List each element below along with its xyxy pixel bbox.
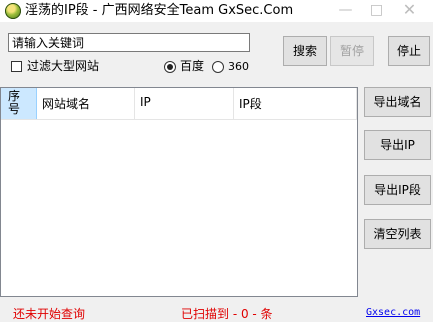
search-button[interactable]: 搜索: [283, 36, 327, 66]
title-bar: 淫荡的IP段 - 广西网络安全Team GxSec.Com — □ ✕: [0, 0, 433, 22]
list-header: 序号 网站域名 IP IP段: [1, 88, 357, 120]
minimize-icon[interactable]: —: [330, 0, 361, 22]
scan-count-status: 已扫描到 - 0 - 条: [181, 307, 273, 321]
column-index-label: 序号: [8, 89, 21, 116]
column-ip-label: IP: [140, 95, 151, 109]
column-header-domain[interactable]: 网站域名: [37, 88, 135, 119]
app-icon: [5, 3, 21, 19]
keyword-input[interactable]: [8, 33, 250, 52]
column-header-ip-segment[interactable]: IP段: [234, 88, 357, 119]
close-icon[interactable]: ✕: [394, 0, 425, 22]
engine-baidu-label: 百度: [180, 59, 205, 73]
column-domain-label: 网站域名: [42, 97, 91, 111]
window-title: 淫荡的IP段 - 广西网络安全Team GxSec.Com: [25, 3, 294, 18]
engine-360-label: 360: [228, 60, 249, 73]
export-domain-button[interactable]: 导出域名: [364, 87, 431, 117]
filter-large-sites-label: 过滤大型网站: [27, 59, 100, 73]
export-ip-segment-button[interactable]: 导出IP段: [364, 175, 431, 205]
column-header-ip[interactable]: IP: [135, 88, 234, 119]
engine-360-radio[interactable]: [212, 61, 224, 73]
radio-selected-dot: [167, 64, 173, 70]
pause-button[interactable]: 暂停: [330, 36, 374, 66]
export-ip-button[interactable]: 导出IP: [364, 130, 431, 160]
filter-large-sites-checkbox[interactable]: [11, 61, 22, 72]
clear-list-button[interactable]: 清空列表: [364, 219, 431, 249]
engine-baidu-radio[interactable]: [164, 61, 176, 73]
stop-button[interactable]: 停止: [388, 36, 430, 66]
website-link[interactable]: Gxsec.com: [366, 307, 420, 318]
query-status: 还未开始查询: [13, 307, 86, 321]
column-ip-segment-label: IP段: [239, 97, 262, 111]
results-list[interactable]: 序号 网站域名 IP IP段: [0, 87, 358, 297]
column-header-index[interactable]: 序号: [1, 88, 37, 119]
maximize-icon[interactable]: □: [361, 0, 392, 22]
